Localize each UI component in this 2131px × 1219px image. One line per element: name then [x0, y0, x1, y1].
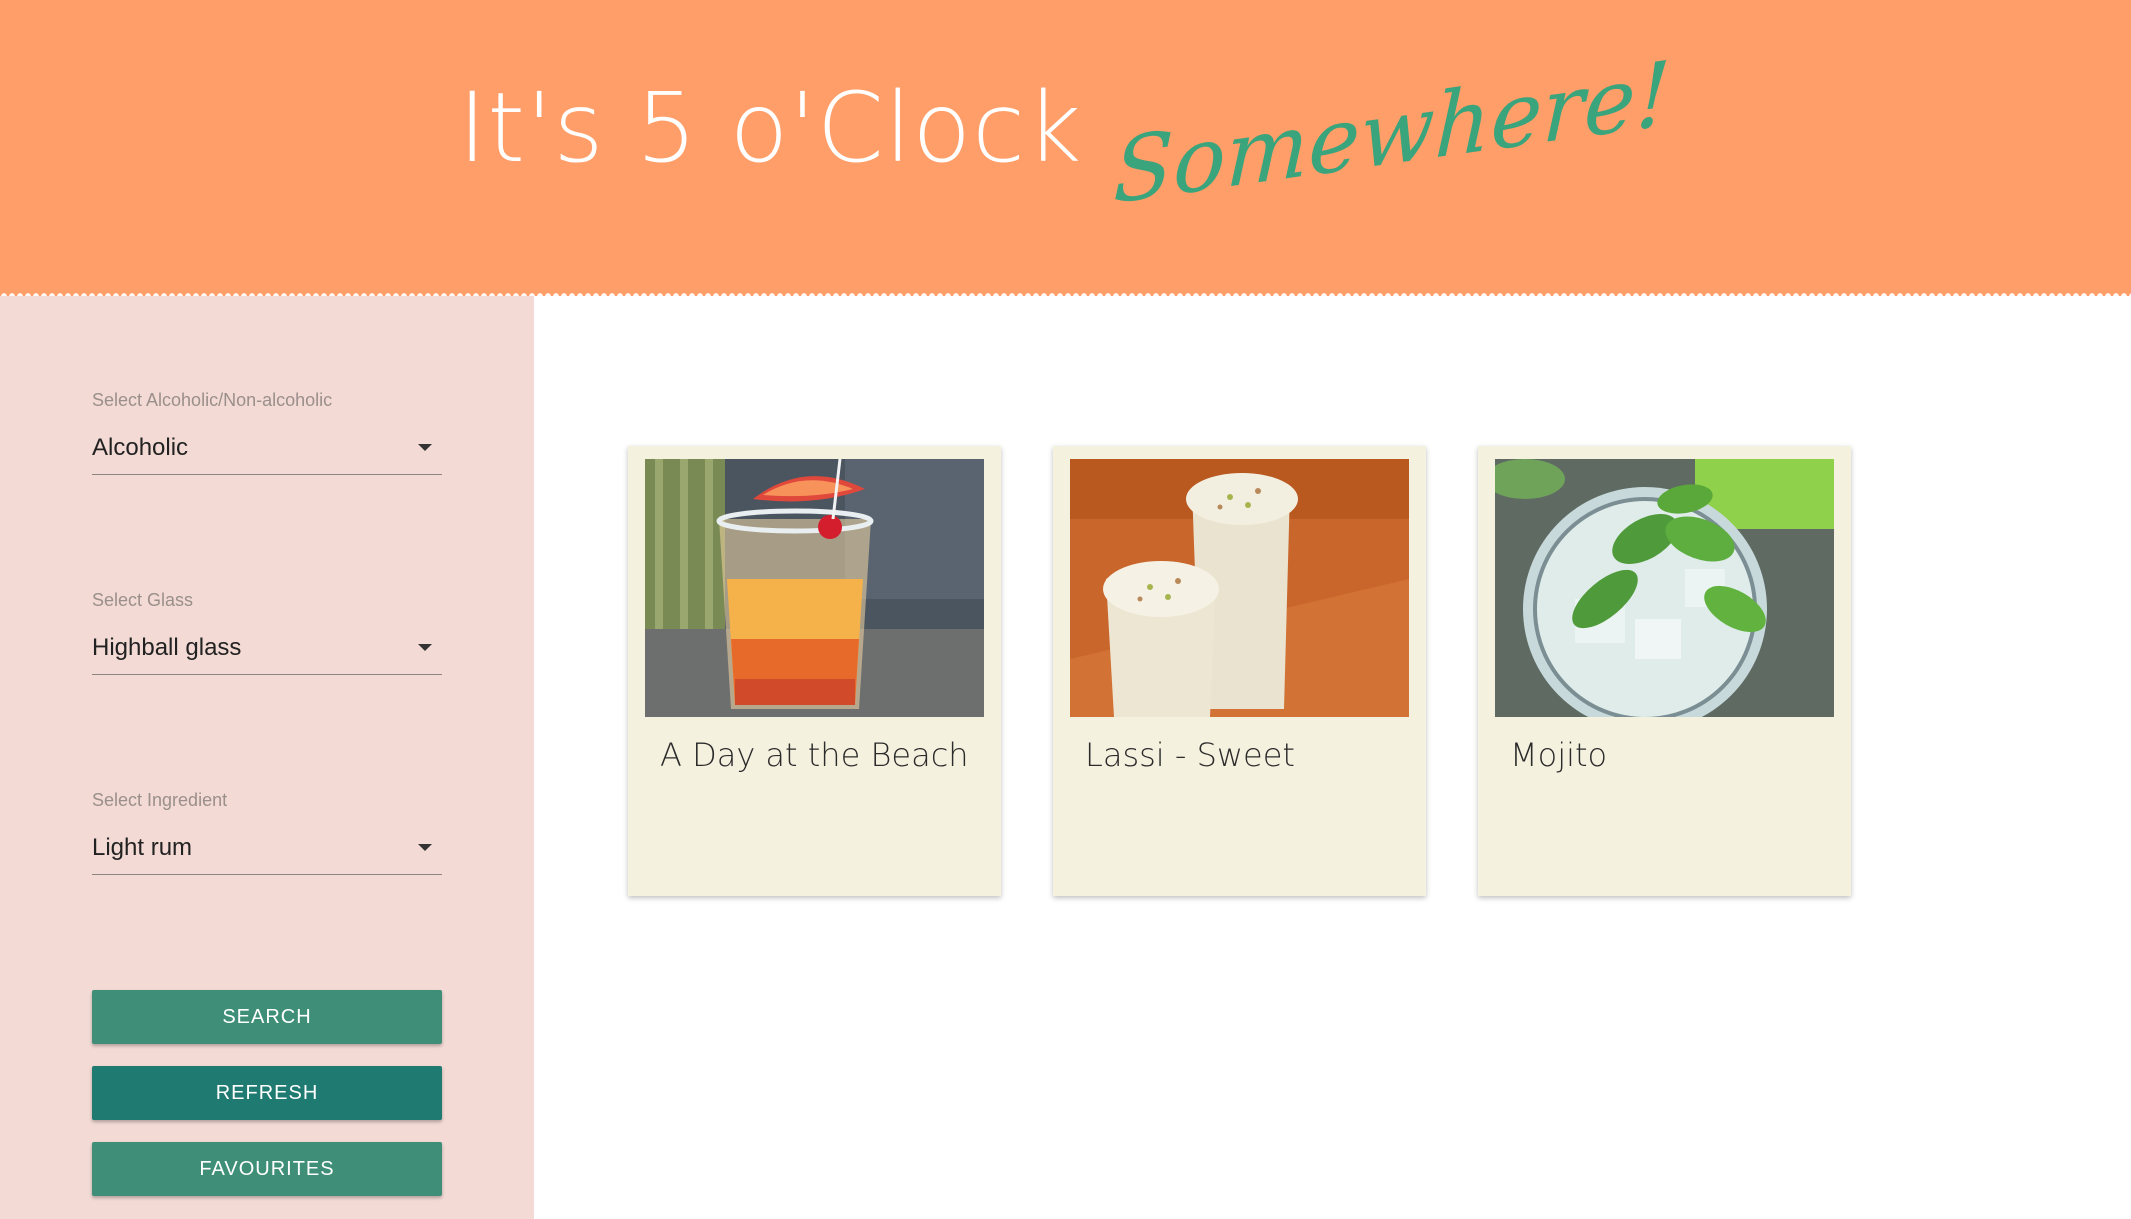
ingredient-select-value: Light rum [92, 834, 193, 861]
alcoholic-filter: Select Alcoholic/Non-alcoholic Alcoholic [92, 390, 442, 475]
glass-filter-label: Select Glass [92, 590, 194, 610]
ingredient-select[interactable]: Light rum [92, 822, 442, 875]
site-title-script: Somewhere! [1111, 40, 1672, 224]
drink-name: Lassi - Sweet [1085, 736, 1295, 774]
alcoholic-select[interactable]: Alcoholic [92, 422, 442, 475]
drink-card[interactable]: A Day at the Beach [628, 446, 1001, 896]
refresh-button[interactable]: REFRESH [92, 1066, 442, 1120]
drink-name: Mojito [1510, 736, 1608, 774]
glass-select[interactable]: Highball glass [92, 622, 442, 675]
glass-filter: Select Glass Highball glass [92, 590, 442, 675]
chevron-down-icon [418, 844, 432, 851]
alcoholic-select-value: Alcoholic [92, 434, 189, 461]
drink-image [645, 459, 984, 717]
ingredient-filter: Select Ingredient Light rum [92, 790, 442, 875]
drink-card[interactable]: Mojito [1478, 446, 1851, 896]
alcoholic-filter-label: Select Alcoholic/Non-alcoholic [92, 390, 333, 410]
site-title: It's 5 o'Clock Somewhere! [458, 41, 1673, 224]
drink-name: A Day at the Beach [660, 736, 969, 774]
glass-select-value: Highball glass [92, 634, 242, 661]
drink-image [1495, 459, 1834, 717]
chevron-down-icon [418, 644, 432, 651]
drink-image [1070, 459, 1409, 717]
drink-card[interactable]: Lassi - Sweet [1053, 446, 1426, 896]
page-header: It's 5 o'Clock Somewhere! [0, 0, 2131, 296]
search-button[interactable]: SEARCH [92, 990, 442, 1044]
site-title-main: It's 5 o'Clock [458, 72, 1083, 184]
ingredient-filter-label: Select Ingredient [92, 790, 228, 810]
chevron-down-icon [418, 444, 432, 451]
favourites-button[interactable]: FAVOURITES [92, 1142, 442, 1196]
